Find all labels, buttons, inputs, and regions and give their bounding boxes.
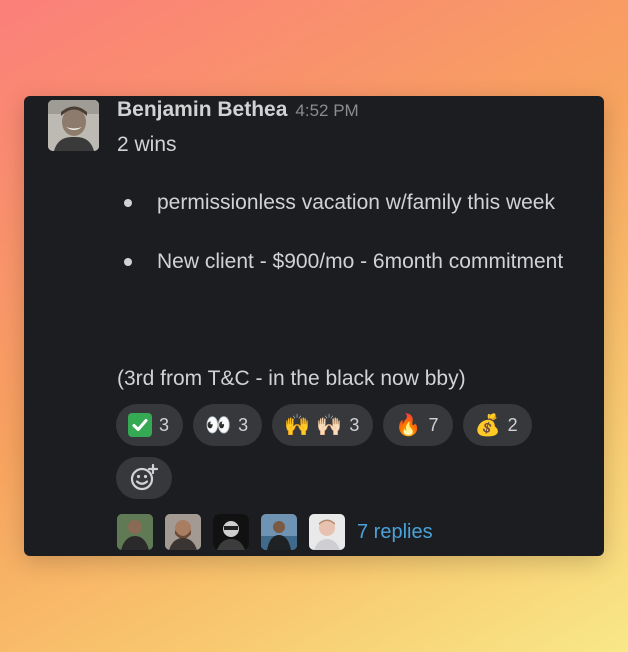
message-bullet-list: permissionless vacation w/family this we… xyxy=(117,188,577,306)
reaction-eyes[interactable]: 👀 3 xyxy=(193,404,263,446)
reply-avatar[interactable] xyxy=(213,514,249,550)
reaction-count: 2 xyxy=(507,414,518,435)
author-name[interactable]: Benjamin Bethea xyxy=(117,98,287,122)
white-check-mark-icon xyxy=(128,413,152,437)
reaction-count: 7 xyxy=(428,414,439,435)
add-reaction-button[interactable] xyxy=(116,457,172,499)
reply-avatar[interactable] xyxy=(117,514,153,550)
fire-icon: 🔥 xyxy=(395,413,422,437)
reaction-fire[interactable]: 🔥 7 xyxy=(383,404,453,446)
bullet-dot xyxy=(124,258,132,266)
reply-avatar[interactable] xyxy=(261,514,297,550)
bullet-text: permissionless vacation w/family this we… xyxy=(157,191,555,214)
raised-hands-icon: 🙌 🙌🏻 xyxy=(284,413,343,437)
message-card: Benjamin Bethea 4:52 PM 2 wins permissio… xyxy=(24,96,604,556)
thread-summary[interactable]: 7 replies xyxy=(117,514,433,550)
message-timestamp[interactable]: 4:52 PM xyxy=(295,101,358,121)
reaction-moneybag[interactable]: 💰 2 xyxy=(462,404,532,446)
reaction-count: 3 xyxy=(238,414,249,435)
add-emoji-icon xyxy=(130,463,159,491)
bullet-text: New client - $900/mo - 6month commitment xyxy=(157,250,564,273)
reaction-count: 3 xyxy=(349,414,360,435)
author-avatar[interactable] xyxy=(48,100,99,151)
reply-avatar[interactable] xyxy=(309,514,345,550)
message-intro: 2 wins xyxy=(117,133,177,156)
message-closing: (3rd from T&C - in the black now bby) xyxy=(117,367,466,390)
reply-avatar[interactable] xyxy=(165,514,201,550)
bullet-dot xyxy=(124,199,132,207)
reaction-bar: 3 👀 3 🙌 🙌🏻 3 🔥 7 💰 2 xyxy=(116,404,532,446)
replies-link[interactable]: 7 replies xyxy=(357,521,433,544)
reaction-count: 3 xyxy=(159,414,170,435)
reaction-raised-hands[interactable]: 🙌 🙌🏻 3 xyxy=(272,404,374,446)
eyes-icon: 👀 xyxy=(205,413,232,437)
reaction-check[interactable]: 3 xyxy=(116,404,184,446)
list-item: permissionless vacation w/family this we… xyxy=(117,188,577,217)
list-item: New client - $900/mo - 6month commitment xyxy=(117,247,577,276)
moneybag-icon: 💰 xyxy=(474,413,501,437)
message-header: Benjamin Bethea 4:52 PM xyxy=(117,98,359,122)
